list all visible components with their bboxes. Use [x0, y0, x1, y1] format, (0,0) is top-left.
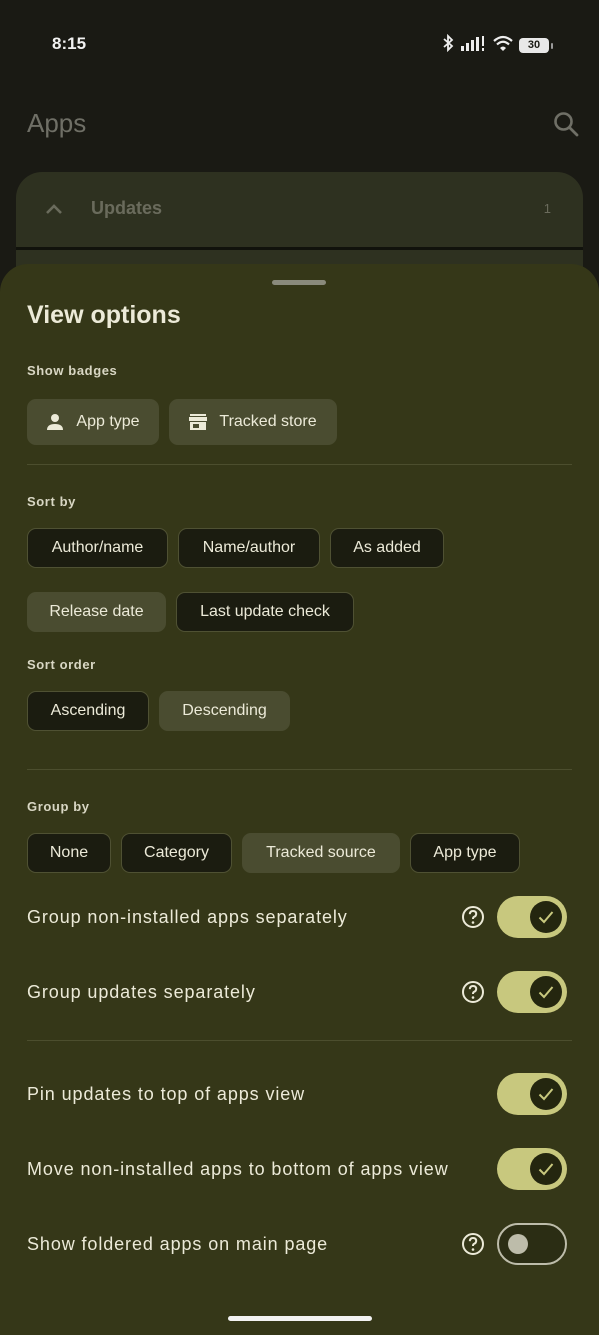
toggle-label-group-updates: Group updates separately	[27, 982, 256, 1002]
wifi-icon	[493, 35, 513, 56]
divider	[27, 464, 572, 465]
show-badges-label: Show badges	[27, 363, 118, 378]
check-icon	[530, 1078, 562, 1110]
toggle-label-pin-updates: Pin updates to top of apps view	[27, 1084, 306, 1104]
toggle-label-group-non-installed: Group non-installed apps separately	[27, 907, 348, 927]
store-icon	[189, 414, 208, 430]
sort-chip-name-author[interactable]: Name/author	[178, 528, 320, 568]
person-icon	[46, 413, 64, 431]
updates-label: Updates	[91, 198, 163, 218]
help-icon[interactable]	[461, 980, 485, 1004]
search-icon[interactable]	[553, 111, 579, 142]
help-icon[interactable]	[461, 905, 485, 929]
group-chip-category[interactable]: Category	[121, 833, 232, 873]
toggle-move-non-installed[interactable]	[497, 1148, 567, 1190]
toggle-show-foldered[interactable]	[497, 1223, 567, 1265]
group-chip-tracked-source[interactable]: Tracked source	[242, 833, 400, 873]
check-icon	[530, 1153, 562, 1185]
home-indicator[interactable]	[228, 1316, 372, 1321]
group-chip-none[interactable]: None	[27, 833, 111, 873]
toggle-group-non-installed[interactable]	[497, 896, 567, 938]
divider	[27, 769, 572, 770]
status-icons: 30	[441, 33, 553, 57]
sort-chip-last-update-check[interactable]: Last update check	[176, 592, 354, 632]
chevron-up-icon	[44, 199, 64, 224]
toggle-knob	[508, 1234, 528, 1254]
group-by-label: Group by	[27, 799, 90, 814]
check-icon	[530, 901, 562, 933]
sort-chip-as-added[interactable]: As added	[330, 528, 444, 568]
divider	[27, 1040, 572, 1041]
chip-label: App type	[76, 413, 140, 430]
sort-by-label: Sort by	[27, 494, 76, 509]
toggle-label-move-non-installed: Move non-installed apps to bottom of app…	[27, 1159, 449, 1179]
updates-count: 1	[543, 201, 551, 216]
battery-icon: 30	[519, 37, 553, 53]
view-options-sheet: View options Show badges App type Tracke…	[0, 264, 599, 1335]
drag-handle[interactable]	[272, 280, 326, 285]
order-chip-descending[interactable]: Descending	[159, 691, 290, 731]
badge-chip-app-type[interactable]: App type	[27, 399, 159, 445]
status-time: 8:15	[52, 34, 87, 53]
toggle-group-updates[interactable]	[497, 971, 567, 1013]
chip-label: Tracked store	[219, 413, 317, 430]
toggle-pin-updates[interactable]	[497, 1073, 567, 1115]
bluetooth-icon	[441, 33, 455, 57]
toggle-label-show-foldered: Show foldered apps on main page	[27, 1234, 329, 1254]
order-chip-ascending[interactable]: Ascending	[27, 691, 149, 731]
signal-icon	[461, 35, 487, 56]
sheet-title: View options	[27, 301, 181, 329]
status-bar: 8:15 30	[0, 0, 599, 90]
sort-chip-release-date[interactable]: Release date	[27, 592, 166, 632]
group-chip-app-type[interactable]: App type	[410, 833, 520, 873]
badge-chip-tracked-store[interactable]: Tracked store	[169, 399, 337, 445]
sort-chip-author-name[interactable]: Author/name	[27, 528, 168, 568]
sort-order-label: Sort order	[27, 657, 96, 672]
page-title: Apps	[27, 108, 87, 138]
divider	[16, 247, 583, 250]
help-icon[interactable]	[461, 1232, 485, 1256]
check-icon	[530, 976, 562, 1008]
